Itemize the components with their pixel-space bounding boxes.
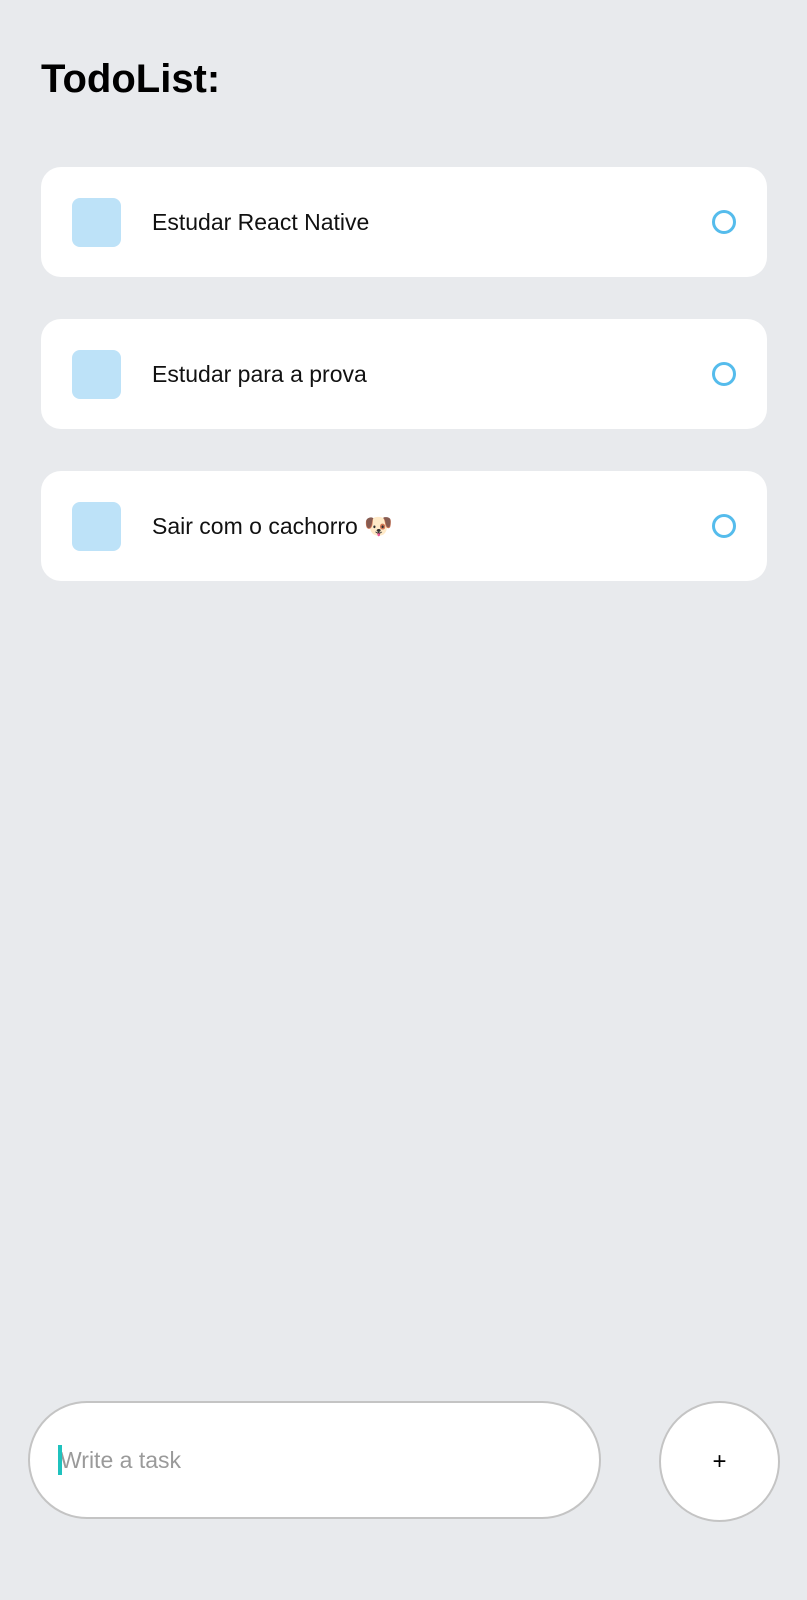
task-input[interactable] bbox=[60, 1403, 560, 1517]
task-status-circle-icon bbox=[712, 210, 736, 234]
task-item[interactable]: Sair com o cachorro 🐶 bbox=[41, 471, 767, 581]
text-cursor bbox=[58, 1445, 62, 1475]
task-status-circle-icon bbox=[712, 362, 736, 386]
task-status-circle-icon bbox=[712, 514, 736, 538]
task-square-icon bbox=[72, 350, 121, 399]
task-list: Estudar React Native Estudar para a prov… bbox=[41, 167, 767, 623]
task-text: Estudar para a prova bbox=[152, 361, 367, 387]
task-square-icon bbox=[72, 502, 121, 551]
task-text: Sair com o cachorro 🐶 bbox=[152, 513, 393, 539]
task-square-icon bbox=[72, 198, 121, 247]
task-input-wrapper[interactable] bbox=[28, 1401, 601, 1519]
add-task-button[interactable]: + bbox=[659, 1401, 780, 1522]
page-title: TodoList: bbox=[41, 57, 221, 101]
task-item[interactable]: Estudar React Native bbox=[41, 167, 767, 277]
task-text: Estudar React Native bbox=[152, 209, 370, 235]
task-item[interactable]: Estudar para a prova bbox=[41, 319, 767, 429]
